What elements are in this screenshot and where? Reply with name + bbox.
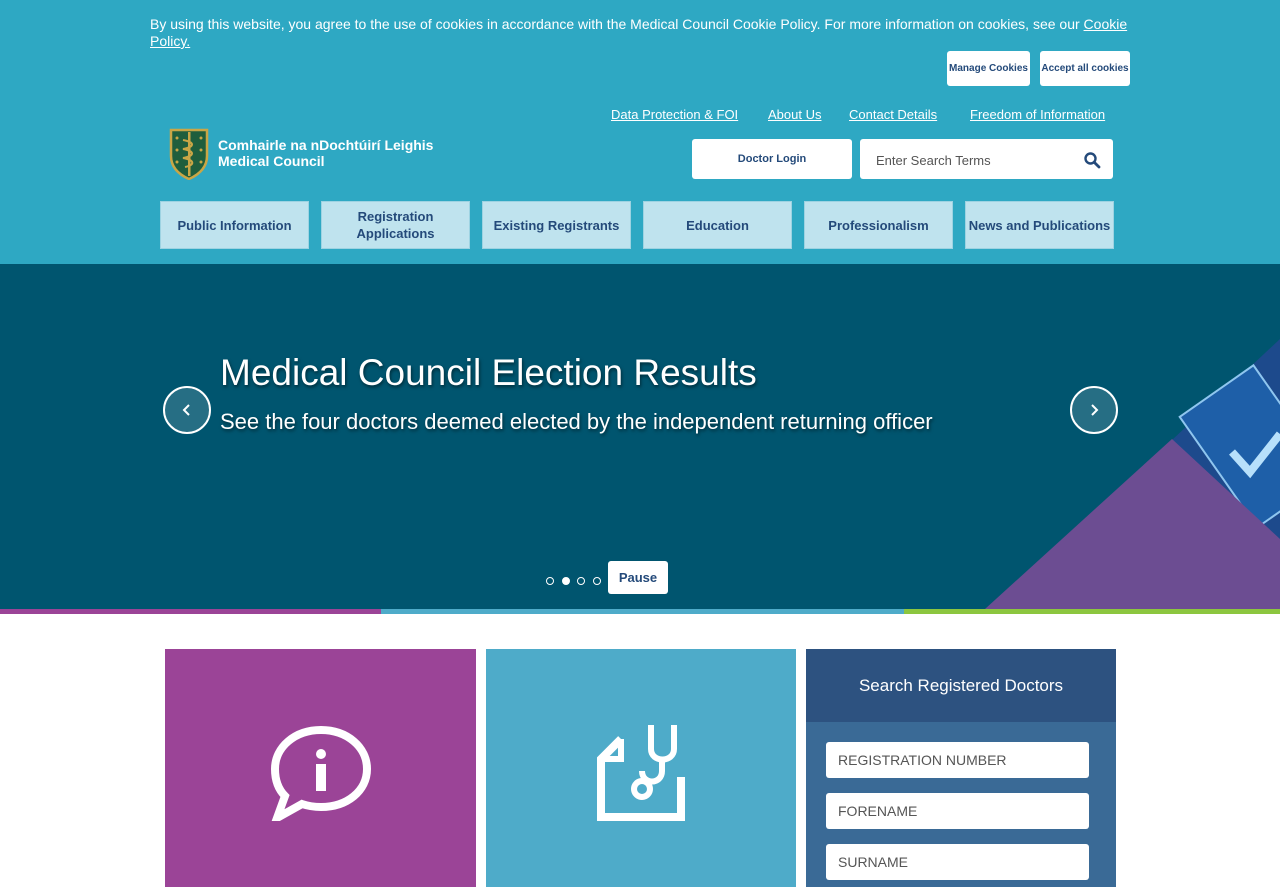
slide-dot-3[interactable] <box>577 577 585 585</box>
cookie-banner: By using this website, you agree to the … <box>0 0 1280 96</box>
manage-cookies-button[interactable]: Manage Cookies <box>947 51 1030 86</box>
search-icon[interactable] <box>1083 151 1101 169</box>
registration-number-field[interactable] <box>826 742 1089 778</box>
nav-existing-registrants[interactable]: Existing Registrants <box>482 201 631 249</box>
cookie-text: By using this website, you agree to the … <box>150 16 1084 32</box>
nav-registration-applications[interactable]: Registration Applications <box>321 201 470 249</box>
nav-professionalism[interactable]: Professionalism <box>804 201 953 249</box>
logo-english-name: Medical Council <box>218 153 325 169</box>
slide-dot-1[interactable] <box>546 577 554 585</box>
slide-dot-4[interactable] <box>593 577 601 585</box>
hero-title: Medical Council Election Results <box>220 352 757 393</box>
stethoscope-document-icon <box>597 725 685 821</box>
hero-background-graphic <box>985 339 1280 609</box>
accept-cookies-button[interactable]: Accept all cookies <box>1040 51 1130 86</box>
util-link-freedom-of-information[interactable]: Freedom of Information <box>970 107 1105 122</box>
chevron-left-icon <box>182 404 190 416</box>
stripe-purple <box>0 609 381 614</box>
stripe-blue <box>381 609 904 614</box>
cookie-message: By using this website, you agree to the … <box>150 16 1130 50</box>
forename-field[interactable] <box>826 793 1089 829</box>
stripe-green <box>904 609 1280 614</box>
crest-icon <box>169 128 209 180</box>
site-header: Data Protection & FOI About Us Contact D… <box>0 96 1280 264</box>
info-speech-bubble-icon <box>270 725 372 821</box>
chevron-right-icon <box>1091 404 1099 416</box>
nav-news-and-publications[interactable]: News and Publications <box>965 201 1114 249</box>
next-slide-button[interactable] <box>1070 386 1118 434</box>
hero-carousel: Medical Council Election Results See the… <box>0 264 1280 609</box>
tile-medical[interactable] <box>486 649 796 887</box>
site-logo[interactable]: Comhairle na nDochtúirí Leighis Medical … <box>168 126 458 180</box>
search-doctors-heading: Search Registered Doctors <box>806 649 1116 722</box>
slide-dot-2[interactable] <box>562 577 570 585</box>
doctor-login-button[interactable]: Doctor Login <box>692 139 852 179</box>
logo-text: Comhairle na nDochtúirí Leighis Medical … <box>218 137 433 169</box>
surname-field[interactable] <box>826 844 1089 880</box>
nav-education[interactable]: Education <box>643 201 792 249</box>
nav-public-information[interactable]: Public Information <box>160 201 309 249</box>
util-link-contact-details[interactable]: Contact Details <box>849 107 937 122</box>
util-link-about-us[interactable]: About Us <box>768 107 821 122</box>
hero-subtitle: See the four doctors deemed elected by t… <box>220 409 933 434</box>
logo-irish-name: Comhairle na nDochtúirí Leighis <box>218 137 434 153</box>
search-input[interactable] <box>874 139 1078 181</box>
previous-slide-button[interactable] <box>163 386 211 434</box>
pause-button[interactable]: Pause <box>608 561 668 594</box>
tile-information[interactable] <box>165 649 476 887</box>
util-link-data-protection[interactable]: Data Protection & FOI <box>611 107 738 122</box>
search-doctors-panel: Search Registered Doctors <box>806 649 1116 887</box>
site-search <box>860 139 1113 181</box>
